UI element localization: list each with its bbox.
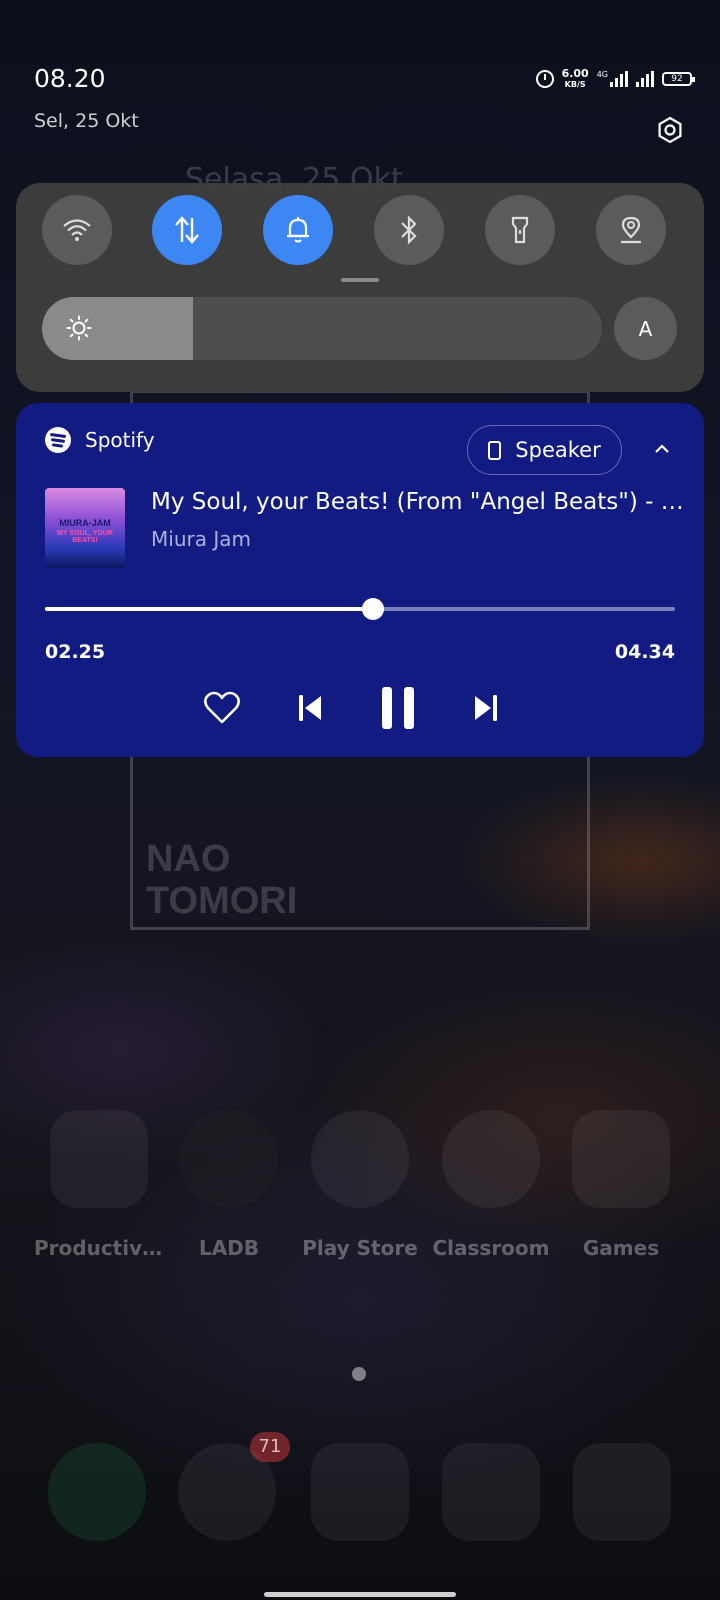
app-play-store[interactable]: Play Store [295,1110,425,1260]
media-app-header: Spotify [45,427,155,453]
bell-icon [287,217,309,243]
phone-icon [488,440,502,460]
brightness-icon [66,315,92,341]
app-label: Productivi... [34,1236,164,1260]
status-icons: 6.00 KB/S 4G 92 [535,68,695,90]
classroom-icon [442,1110,540,1208]
wifi-icon [63,219,91,241]
chevron-up-icon[interactable] [652,439,672,459]
app-productivity-folder[interactable]: Productivi... [34,1110,164,1260]
track-title: My Soul, your Beats! (From "Angel Beats"… [151,489,691,515]
battery-icon: 92 [662,72,695,86]
quick-settings-panel: A [16,183,704,392]
folder-icon [572,1110,670,1208]
output-device-label: Speaker [515,438,601,462]
net-speed: 6.00 KB/S [562,68,589,90]
mobile-data-toggle[interactable] [152,195,222,265]
app-label: Classroom [432,1236,550,1260]
track-artist: Miura Jam [151,527,251,551]
net-speed-unit: KB/S [564,80,586,89]
signal-icon-2 [636,71,654,87]
play-store-icon [311,1110,409,1208]
elapsed-time: 02.25 [45,641,106,663]
apps-folder-icon[interactable] [442,1443,540,1541]
net-speed-value: 6.00 [561,67,589,80]
alarm-icon [535,70,554,88]
pause-icon [382,687,414,729]
flashlight-icon [511,216,529,244]
wifi-toggle[interactable] [42,195,112,265]
seek-bar-thumb[interactable] [361,598,384,620]
messages-badge: 71 [250,1432,290,1462]
folder-icon [50,1110,148,1208]
total-duration: 04.34 [614,641,675,663]
album-art-artist: MIURA-JAM [59,518,111,528]
data-arrows-icon [175,216,199,244]
media-app-name: Spotify [85,428,155,452]
signal-4g: 4G [597,71,628,87]
location-icon [621,216,641,244]
gesture-nav-bar[interactable] [264,1592,456,1597]
location-toggle[interactable] [596,195,666,265]
app-ladb[interactable]: LADB [164,1110,294,1260]
bluetooth-toggle[interactable] [374,195,444,265]
status-time: 08.20 [34,64,106,93]
brightness-slider[interactable] [42,297,602,360]
wallpaper-text: NAO TOMORI [146,838,297,922]
network-type: 4G [596,70,608,79]
spotify-icon [45,427,71,453]
signal-icon [610,71,628,87]
pause-button[interactable] [368,678,428,738]
app-label: Games [582,1236,660,1260]
seek-bar[interactable] [45,598,675,620]
app-classroom[interactable]: Classroom [426,1110,556,1260]
album-art: MIURA-JAM MY SOUL, YOUR BEATS! [45,488,125,568]
status-date: Sel, 25 Okt [34,110,139,132]
heart-icon [204,691,240,724]
media-player-card[interactable]: Spotify Speaker MIURA-JAM MY SOUL, YOUR … [16,403,704,757]
whatsapp-folder-icon[interactable] [311,1443,409,1541]
page-indicator [352,1367,366,1381]
skip-next-icon [475,695,497,721]
brightness-fill [42,297,194,360]
android-icon [180,1110,278,1208]
wallpaper-text-line: TOMORI [146,880,298,922]
previous-button[interactable] [280,678,340,738]
playback-controls [16,678,704,738]
panel-drag-handle[interactable] [341,278,379,282]
camera-folder-icon[interactable] [573,1443,671,1541]
next-button[interactable] [456,678,516,738]
sound-toggle[interactable] [263,195,333,265]
app-label: LADB [198,1236,260,1260]
wallpaper-text-line: NAO [146,838,231,880]
app-label: Play Store [302,1236,418,1260]
seek-bar-progress [45,607,373,611]
bluetooth-icon [401,215,417,245]
like-button[interactable] [192,678,252,738]
app-games-folder[interactable]: Games [556,1110,686,1260]
settings-icon[interactable] [656,116,684,144]
output-device-button[interactable]: Speaker [467,425,622,475]
auto-brightness-button[interactable]: A [614,297,677,360]
flashlight-toggle[interactable] [485,195,555,265]
skip-previous-icon [299,695,321,721]
album-art-title: MY SOUL, YOUR BEATS! [57,530,113,544]
phone-app-icon[interactable] [48,1443,146,1541]
